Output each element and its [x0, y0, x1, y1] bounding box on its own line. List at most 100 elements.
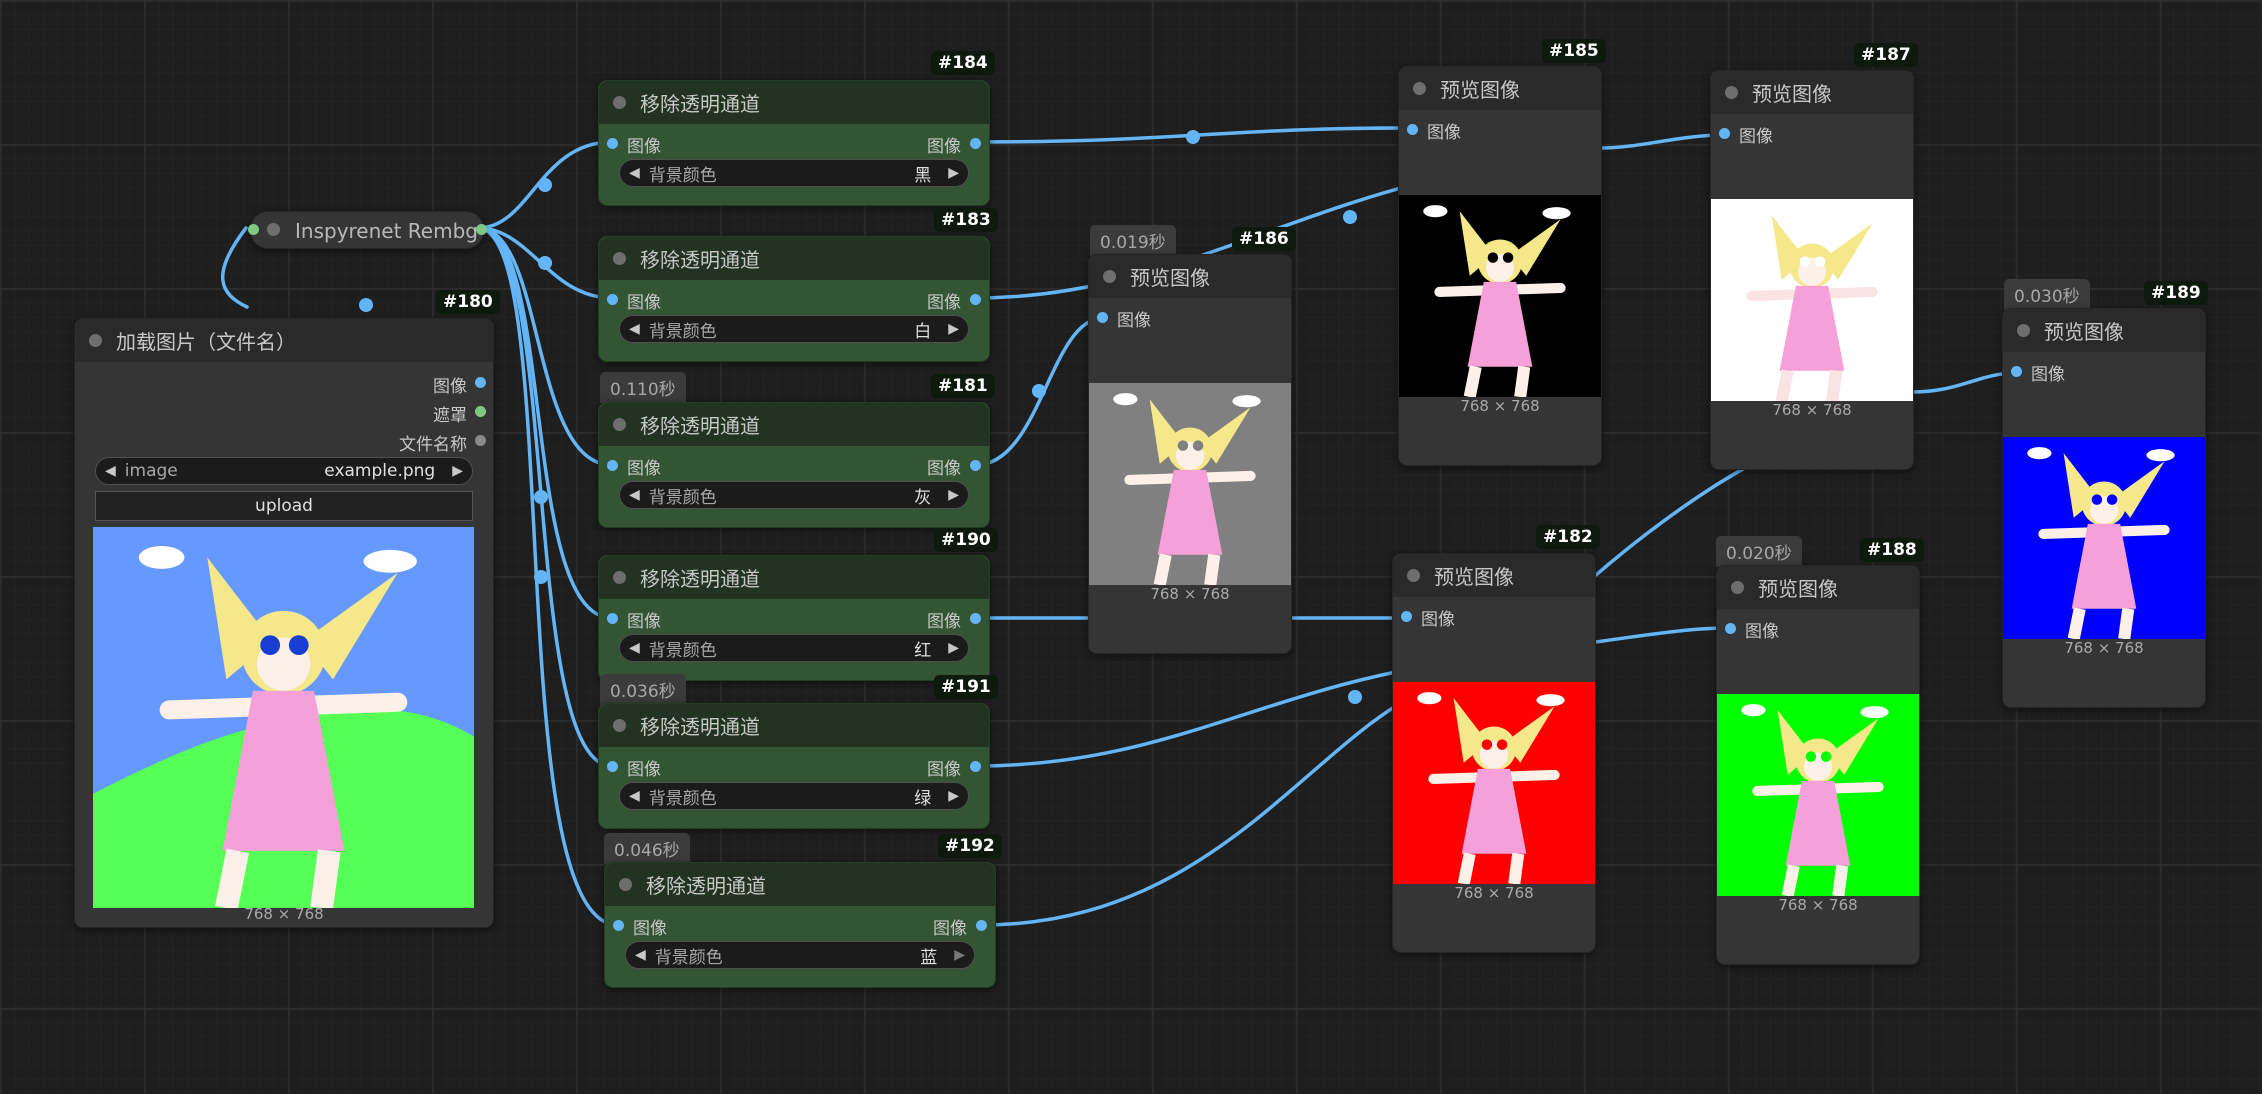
collapse-dot-icon[interactable]: [613, 418, 626, 431]
preview-image-node-188[interactable]: 预览图像 图像 768 × 768: [1716, 565, 1920, 965]
node-title-bar[interactable]: 移除透明通道: [599, 81, 989, 124]
node-title-bar[interactable]: 移除透明通道: [599, 556, 989, 599]
collapse-dot-icon[interactable]: [1731, 581, 1744, 594]
node-title-bar[interactable]: 移除透明通道: [599, 403, 989, 446]
load-image-node[interactable]: 加载图片（文件名） 图像 遮罩 文件名称 ◀ image example.png…: [74, 318, 494, 928]
node-id-badge: #186: [1232, 227, 1296, 251]
input-label-image: 图像: [1427, 123, 1461, 143]
combo-left-arrow-icon[interactable]: ◀: [620, 487, 649, 503]
collapse-dot-icon[interactable]: [619, 878, 632, 891]
combo-left-arrow-icon[interactable]: ◀: [620, 321, 649, 337]
preview-image-node-187[interactable]: 预览图像 图像 768 × 768: [1710, 70, 1914, 470]
link-reroute-dot[interactable]: [1186, 130, 1200, 144]
node-title-bar[interactable]: 预览图像: [2003, 309, 2205, 352]
output-port-image[interactable]: [970, 761, 981, 772]
collapse-dot-icon[interactable]: [89, 334, 102, 347]
link-reroute-dot[interactable]: [538, 178, 552, 192]
output-port-image[interactable]: [476, 224, 487, 235]
output-port-image[interactable]: [970, 613, 981, 624]
bg-color-widget[interactable]: ◀ 背景颜色 白 ▶: [619, 315, 969, 343]
bg-color-widget[interactable]: ◀ 背景颜色 黑 ▶: [619, 159, 969, 187]
collapse-dot-icon[interactable]: [1103, 270, 1116, 283]
collapse-dot-icon[interactable]: [613, 96, 626, 109]
link-reroute-dot[interactable]: [359, 298, 373, 312]
node-title-bar[interactable]: 预览图像: [1717, 566, 1919, 609]
remove-alpha-node-183[interactable]: 移除透明通道 图像 图像 ◀ 背景颜色 白 ▶: [598, 236, 990, 362]
collapse-dot-icon[interactable]: [613, 571, 626, 584]
collapse-dot-icon[interactable]: [1413, 82, 1426, 95]
output-port-image[interactable]: [976, 920, 987, 931]
input-label-image: 图像: [627, 612, 661, 632]
collapse-dot-icon[interactable]: [613, 252, 626, 265]
combo-left-arrow-icon[interactable]: ◀: [96, 463, 125, 479]
input-port-image[interactable]: [1401, 611, 1412, 622]
input-port-image[interactable]: [1097, 312, 1108, 323]
combo-left-arrow-icon[interactable]: ◀: [620, 788, 649, 804]
remove-alpha-node-190[interactable]: 移除透明通道 图像 图像 ◀ 背景颜色 红 ▶: [598, 555, 990, 681]
remove-alpha-node-192[interactable]: 移除透明通道 图像 图像 ◀ 背景颜色 蓝 ▶: [604, 862, 996, 988]
output-port-image[interactable]: [970, 460, 981, 471]
input-port-image[interactable]: [1407, 124, 1418, 135]
rembg-node[interactable]: Inspyrenet Rembg: [248, 211, 487, 249]
node-title-bar[interactable]: 预览图像: [1399, 67, 1601, 110]
link-reroute-dot[interactable]: [538, 256, 552, 270]
input-label-image: 图像: [627, 293, 661, 313]
combo-right-arrow-icon[interactable]: ▶: [939, 788, 968, 804]
bg-color-widget[interactable]: ◀ 背景颜色 红 ▶: [619, 634, 969, 662]
input-port-image[interactable]: [1725, 623, 1736, 634]
combo-left-arrow-icon[interactable]: ◀: [620, 165, 649, 181]
link-reroute-dot[interactable]: [1343, 210, 1357, 224]
combo-right-arrow-icon[interactable]: ▶: [939, 640, 968, 656]
collapse-dot-icon[interactable]: [1407, 569, 1420, 582]
combo-right-arrow-icon[interactable]: ▶: [945, 947, 974, 963]
input-port-image[interactable]: [1719, 128, 1730, 139]
node-title-bar[interactable]: 移除透明通道: [605, 863, 995, 906]
collapse-dot-icon[interactable]: [1725, 86, 1738, 99]
input-port-image[interactable]: [2011, 366, 2022, 377]
link-reroute-dot[interactable]: [534, 570, 548, 584]
bg-color-widget[interactable]: ◀ 背景颜色 灰 ▶: [619, 481, 969, 509]
collapse-dot-icon[interactable]: [613, 719, 626, 732]
link-reroute-dot[interactable]: [1348, 690, 1362, 704]
bg-color-widget[interactable]: ◀ 背景颜色 绿 ▶: [619, 782, 969, 810]
combo-right-arrow-icon[interactable]: ▶: [939, 321, 968, 337]
node-title-bar[interactable]: 预览图像: [1711, 71, 1913, 114]
input-port-image[interactable]: [607, 460, 618, 471]
collapse-dot-icon[interactable]: [267, 223, 280, 236]
preview-image-node-189[interactable]: 预览图像 图像 768 × 768: [2002, 308, 2206, 708]
combo-left-arrow-icon[interactable]: ◀: [620, 640, 649, 656]
combo-right-arrow-icon[interactable]: ▶: [939, 165, 968, 181]
output-port-image[interactable]: [970, 294, 981, 305]
preview-image-node-182[interactable]: 预览图像 图像 768 × 768: [1392, 553, 1596, 953]
image-combo-widget[interactable]: ◀ image example.png ▶: [95, 457, 473, 485]
output-port-filename[interactable]: [475, 435, 486, 446]
node-title-bar[interactable]: 移除透明通道: [599, 237, 989, 280]
input-port-image[interactable]: [607, 761, 618, 772]
remove-alpha-node-191[interactable]: 移除透明通道 图像 图像 ◀ 背景颜色 绿 ▶: [598, 703, 990, 829]
node-title-bar[interactable]: 预览图像: [1089, 255, 1291, 298]
combo-left-arrow-icon[interactable]: ◀: [626, 947, 655, 963]
node-title-bar[interactable]: 移除透明通道: [599, 704, 989, 747]
combo-right-arrow-icon[interactable]: ▶: [939, 487, 968, 503]
preview-image-node-186[interactable]: 预览图像 图像 768 × 768: [1088, 254, 1292, 654]
upload-button[interactable]: upload: [95, 491, 473, 521]
bg-color-widget[interactable]: ◀ 背景颜色 蓝 ▶: [625, 941, 975, 969]
link-reroute-dot[interactable]: [1032, 384, 1046, 398]
remove-alpha-node-184[interactable]: 移除透明通道 图像 图像 ◀ 背景颜色 黑 ▶: [598, 80, 990, 206]
node-title-bar[interactable]: 加载图片（文件名）: [75, 319, 493, 362]
preview-image-node-185[interactable]: 预览图像 图像 768 × 768: [1398, 66, 1602, 466]
input-port-image[interactable]: [248, 224, 259, 235]
preview-image: [1717, 694, 1919, 896]
collapse-dot-icon[interactable]: [2017, 324, 2030, 337]
output-port-mask[interactable]: [475, 406, 486, 417]
combo-right-arrow-icon[interactable]: ▶: [443, 463, 472, 479]
remove-alpha-node-181[interactable]: 移除透明通道 图像 图像 ◀ 背景颜色 灰 ▶: [598, 402, 990, 528]
input-port-image[interactable]: [613, 920, 624, 931]
input-port-image[interactable]: [607, 138, 618, 149]
node-title-bar[interactable]: 预览图像: [1393, 554, 1595, 597]
link-reroute-dot[interactable]: [534, 490, 548, 504]
input-port-image[interactable]: [607, 613, 618, 624]
output-port-image[interactable]: [475, 377, 486, 388]
input-port-image[interactable]: [607, 294, 618, 305]
output-port-image[interactable]: [970, 138, 981, 149]
